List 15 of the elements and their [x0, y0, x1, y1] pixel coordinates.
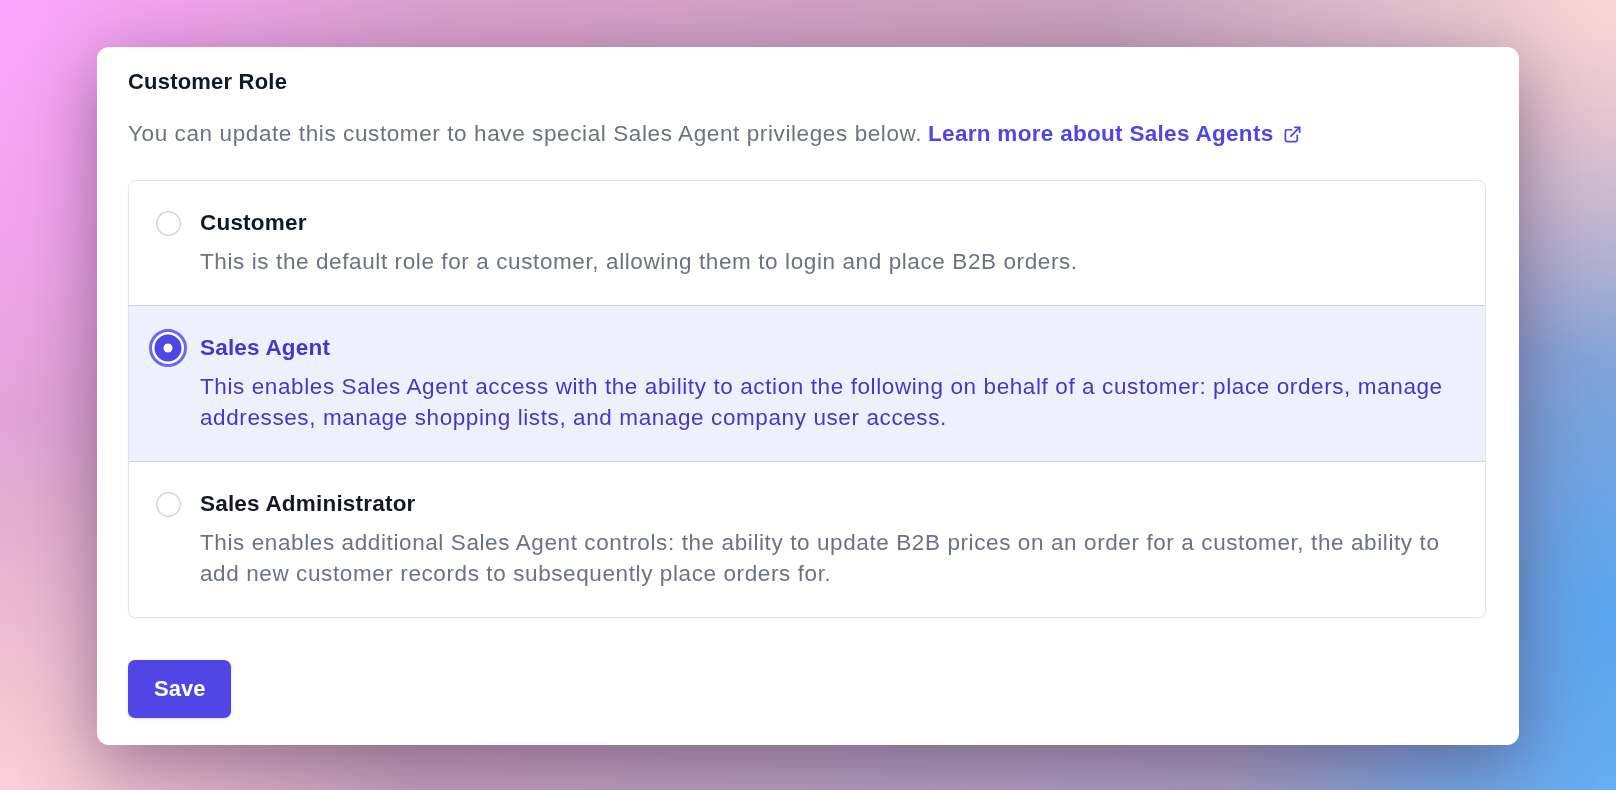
role-title: Sales Agent — [200, 334, 331, 362]
section-title: Customer Role — [128, 68, 288, 96]
radio-button[interactable] — [149, 329, 187, 367]
external-link-icon — [1282, 124, 1302, 144]
role-option[interactable]: Sales Agent This enables Sales Agent access with the ability to action the following on behalf of a customer: place orders, manage addresses, manage shopping lists, and manage company user access. — [129, 305, 1485, 461]
role-title: Sales Administrator — [200, 490, 416, 518]
learn-more-link[interactable]: Learn more about Sales Agents — [928, 120, 1302, 148]
save-button[interactable]: Save — [128, 660, 232, 718]
role-option[interactable]: Customer This is the default role for a customer, allowing them to login and place B2B orders. — [129, 181, 1485, 305]
role-option[interactable]: Sales Administrator This enables additional Sales Agent controls: the ability to update B2B prices on an order for a customer, the ability to add new customer records to subsequently place orders for. — [129, 461, 1485, 617]
role-description: This is the default role for a customer, allowing them to login and place B2B orders. — [200, 248, 1078, 276]
role-title: Customer — [200, 209, 307, 237]
role-description: This enables additional Sales Agent controls: the ability to update B2B prices on an order for a customer, the ability to add new customer records to subsequently place orders for. — [200, 529, 1441, 588]
role-description: This enables Sales Agent access with the ability to action the following on behalf of a customer: place orders, manage addresses, manage shopping lists, and manage company user access. — [200, 373, 1444, 432]
description-text: You can update this customer to have special Sales Agent privileges below. Learn more about Sales Agents — [128, 120, 1302, 148]
